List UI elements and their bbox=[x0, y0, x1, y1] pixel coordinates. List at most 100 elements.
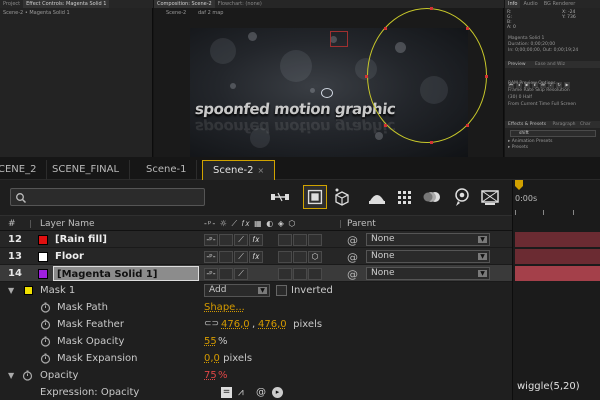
quality-switch-icon[interactable]: ⟋ bbox=[234, 251, 248, 263]
layer-row-rain-fill[interactable]: 12 [Rain fill] -ᵖ- ⟋ 𝑓𝑥 @ None ▼ bbox=[0, 231, 512, 248]
tab-character[interactable]: Char bbox=[580, 122, 591, 127]
time-ruler[interactable]: 0:00s bbox=[513, 194, 600, 211]
effects-tree-item[interactable]: ▸ Presets bbox=[508, 145, 528, 151]
expression-code[interactable]: wiggle(5,20) bbox=[517, 381, 580, 392]
tab-flowchart[interactable]: Flowchart: (none) bbox=[215, 0, 265, 8]
label-color-chip[interactable] bbox=[38, 252, 48, 262]
constrain-proportions-icon[interactable]: ⊂⊃ bbox=[204, 316, 219, 333]
3d-layer-switch-icon[interactable]: ⬡ bbox=[308, 251, 322, 263]
tab-preview[interactable]: Preview bbox=[508, 62, 526, 67]
timeline-area[interactable]: 0:00s wiggle(5,20) bbox=[512, 180, 600, 400]
tab-effects-presets[interactable]: Effects & Presets bbox=[508, 122, 546, 127]
tab-paragraph[interactable]: Paragraph bbox=[552, 122, 575, 127]
parent-pickwhip-icon[interactable]: @ bbox=[347, 249, 358, 266]
graph-editor-icon[interactable] bbox=[450, 185, 474, 209]
motion-blur-switch-icon[interactable] bbox=[293, 234, 307, 246]
tab-audio[interactable]: Audio bbox=[520, 0, 540, 8]
collapse-switch-icon[interactable] bbox=[219, 268, 233, 280]
mask-group-row[interactable]: ▼ Mask 1 Add ▼ Inverted bbox=[0, 282, 512, 299]
shy-switch-icon[interactable]: -ᵖ- bbox=[204, 268, 218, 280]
collapse-switch-icon[interactable] bbox=[219, 251, 233, 263]
comp-breadcrumb-scene[interactable]: Scene-2 bbox=[166, 9, 186, 17]
quality-switch-icon[interactable]: ⟋ bbox=[234, 234, 248, 246]
layer-search-field[interactable] bbox=[10, 188, 205, 206]
composition-mini-flowchart-icon[interactable] bbox=[268, 185, 292, 209]
stopwatch-icon[interactable] bbox=[40, 319, 51, 330]
motion-blur-switch-icon[interactable] bbox=[293, 268, 307, 280]
layer-name[interactable]: [Magenta Solid 1] bbox=[53, 266, 199, 281]
column-parent[interactable]: Parent bbox=[347, 216, 376, 232]
layer-name[interactable]: Floor bbox=[55, 248, 84, 265]
shy-switch-icon[interactable]: -ᵖ- bbox=[204, 234, 218, 246]
parent-select[interactable]: None ▼ bbox=[366, 267, 490, 280]
frame-blend-switch-icon[interactable] bbox=[278, 251, 292, 263]
opacity-value[interactable]: 75 bbox=[204, 367, 217, 384]
layer-duration-bar[interactable] bbox=[515, 266, 600, 281]
layer-duration-bar[interactable] bbox=[515, 232, 600, 247]
inverted-checkbox[interactable] bbox=[276, 285, 287, 296]
anchor-point-icon[interactable] bbox=[321, 88, 333, 98]
disclosure-triangle-icon[interactable]: ▼ bbox=[8, 367, 14, 384]
label-color-chip[interactable] bbox=[38, 235, 48, 245]
parent-select[interactable]: None ▼ bbox=[366, 233, 490, 246]
tab-composition[interactable]: Composition: Scene-2 bbox=[154, 0, 215, 8]
mask-opacity-value[interactable]: 55 bbox=[204, 333, 217, 350]
tab-scene-final[interactable]: SCENE_FINAL bbox=[42, 160, 131, 180]
label-color-chip[interactable] bbox=[38, 269, 48, 279]
live-update-icon[interactable] bbox=[303, 185, 327, 209]
effects-search-input[interactable]: shift bbox=[510, 130, 596, 137]
effects-switch-icon[interactable]: 𝑓𝑥 bbox=[249, 251, 263, 263]
mask-path-value[interactable]: Shape... bbox=[204, 299, 245, 316]
mask-name[interactable]: Mask 1 bbox=[40, 282, 75, 299]
mask-vertex[interactable] bbox=[485, 75, 488, 78]
tab-info[interactable]: Info bbox=[505, 0, 521, 8]
mask-feather-y-value[interactable]: 476,0 bbox=[258, 316, 287, 333]
3d-layer-switch-icon[interactable] bbox=[308, 234, 322, 246]
expression-graph-icon[interactable]: ⩘ bbox=[238, 384, 244, 400]
mask-vertex[interactable] bbox=[430, 141, 433, 144]
mask-vertex[interactable] bbox=[466, 27, 469, 30]
disclosure-triangle-icon[interactable]: ▼ bbox=[8, 282, 14, 299]
motion-blur-switch-icon[interactable] bbox=[293, 251, 307, 263]
column-number[interactable]: # bbox=[8, 216, 16, 232]
expression-language-menu-icon[interactable]: ▸ bbox=[272, 387, 283, 398]
comp-breadcrumb-map[interactable]: daf 2 map bbox=[198, 9, 223, 17]
mask-feather-x-value[interactable]: 476,0 bbox=[221, 316, 250, 333]
parent-pickwhip-icon[interactable]: @ bbox=[347, 232, 358, 249]
tab-project[interactable]: Project bbox=[0, 0, 23, 8]
layer-bounds-box[interactable] bbox=[330, 31, 348, 47]
tab-scene-2[interactable]: Scene-2 × bbox=[202, 160, 276, 180]
stopwatch-icon[interactable] bbox=[40, 336, 51, 347]
tab-bg-renderer[interactable]: BG Renderer bbox=[541, 0, 579, 8]
preview-checkboxes[interactable]: From Current Time Full Screen bbox=[508, 102, 576, 108]
current-time-indicator[interactable] bbox=[515, 180, 523, 190]
motion-blur-icon[interactable] bbox=[420, 185, 444, 209]
preview-settings-values[interactable]: (30) 0 Half bbox=[508, 95, 532, 101]
mask-vertex[interactable] bbox=[384, 124, 387, 127]
mask-vertex[interactable] bbox=[365, 75, 368, 78]
frame-blend-switch-icon[interactable] bbox=[278, 234, 292, 246]
stopwatch-icon[interactable] bbox=[40, 302, 51, 313]
tab-scene-1[interactable]: Scene-1 bbox=[136, 160, 198, 180]
stopwatch-icon[interactable] bbox=[40, 353, 51, 364]
enable-expression-icon[interactable]: = bbox=[221, 387, 232, 398]
layer-row-floor[interactable]: 13 Floor -ᵖ- ⟋ 𝑓𝑥 ⬡ @ None ▼ bbox=[0, 248, 512, 265]
ram-preview-options[interactable]: RAM Preview Options bbox=[508, 81, 556, 87]
tab-effect-controls[interactable]: Effect Controls: Magenta Solid 1 bbox=[23, 0, 110, 8]
close-icon[interactable]: × bbox=[257, 166, 264, 175]
3d-layer-switch-icon[interactable] bbox=[308, 268, 322, 280]
layer-name[interactable]: [Rain fill] bbox=[55, 231, 107, 248]
parent-select[interactable]: None ▼ bbox=[366, 250, 490, 263]
quality-switch-icon[interactable]: ⟋ bbox=[234, 268, 248, 280]
tab-ease-and-wizz[interactable]: Ease and Wiz bbox=[535, 62, 565, 67]
effects-switch-icon[interactable]: 𝑓𝑥 bbox=[249, 234, 263, 246]
frame-blending-icon[interactable] bbox=[393, 185, 417, 209]
search-input[interactable] bbox=[29, 190, 199, 204]
mask-vertex[interactable] bbox=[430, 7, 433, 10]
mask-expansion-value[interactable]: 0,0 bbox=[204, 350, 220, 367]
mask-color-swatch[interactable] bbox=[24, 286, 33, 295]
brainstorm-icon[interactable] bbox=[478, 185, 502, 209]
tab-scene-2-caps[interactable]: CENE_2 bbox=[0, 160, 48, 180]
layer-duration-bar[interactable] bbox=[515, 249, 600, 264]
hide-shy-layers-icon[interactable] bbox=[365, 185, 389, 209]
